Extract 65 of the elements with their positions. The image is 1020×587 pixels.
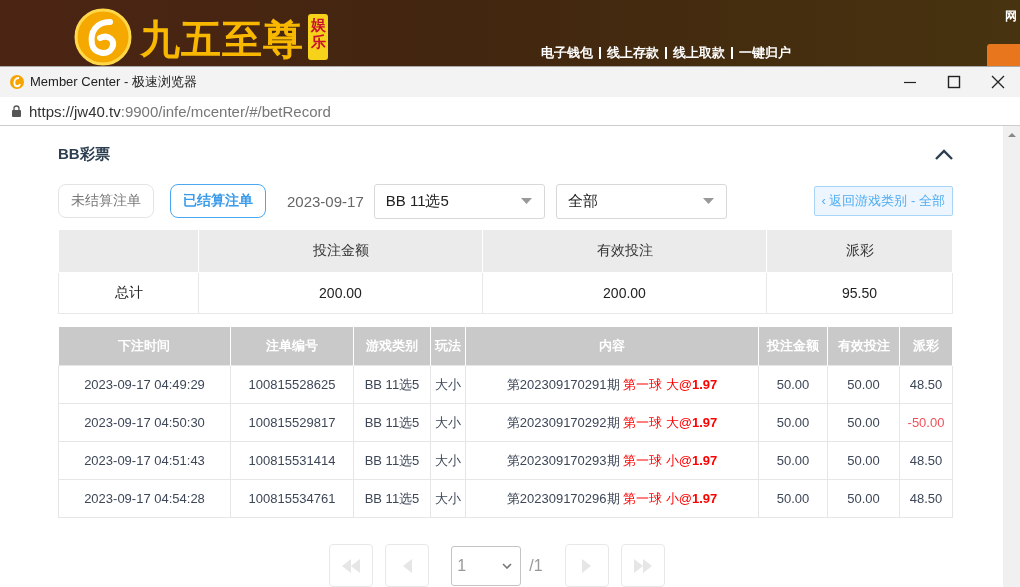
header-text: 网 bbox=[1005, 8, 1017, 25]
nav-link[interactable]: 电子钱包 bbox=[541, 44, 593, 62]
scroll-up-icon[interactable] bbox=[1007, 132, 1016, 138]
table-cell: -50.00 bbox=[899, 403, 953, 442]
logo-badge: 娱乐 bbox=[308, 14, 328, 60]
logo-text: 九五至尊 bbox=[140, 16, 304, 62]
dropdown-field[interactable]: 全部 bbox=[555, 183, 727, 219]
table-cell: 第202309170296期 第一球 小@1.97 bbox=[465, 479, 759, 518]
chevron-down-icon bbox=[502, 562, 513, 569]
first-page-icon bbox=[342, 558, 361, 573]
table-cell: 100815529817 bbox=[230, 403, 354, 442]
browser-logo-icon bbox=[10, 75, 24, 89]
table-cell: 50.00 bbox=[758, 365, 828, 404]
table-cell: 50.00 bbox=[827, 441, 900, 480]
table-cell: 95.50 bbox=[766, 272, 953, 314]
table-cell: 50.00 bbox=[827, 365, 900, 404]
table-cell: 总计 bbox=[58, 272, 199, 314]
table-cell: 50.00 bbox=[758, 403, 828, 442]
table-cell: 50.00 bbox=[758, 479, 828, 518]
column-header: 派彩 bbox=[766, 230, 953, 273]
filter-tab[interactable]: 未结算注单 bbox=[58, 184, 154, 218]
column-header: 投注金额 bbox=[198, 230, 483, 273]
next-page-icon bbox=[582, 558, 592, 573]
date-text: 2023-09-17 bbox=[287, 192, 364, 210]
table-cell: 2023-09-17 04:51:43 bbox=[58, 441, 231, 480]
collapse-icon[interactable] bbox=[935, 148, 953, 160]
table-cell: 2023-09-17 04:54:28 bbox=[58, 479, 231, 518]
table-cell: BB 11选5 bbox=[353, 403, 431, 442]
table-cell: 100815528625 bbox=[230, 365, 354, 404]
nav-link[interactable]: 线上取款 bbox=[673, 44, 725, 62]
window-title: Member Center - 极速浏览器 bbox=[30, 73, 198, 91]
table-cell: 200.00 bbox=[482, 272, 767, 314]
page-total: /1 bbox=[529, 556, 543, 575]
nav-link[interactable]: 一键归户 bbox=[739, 44, 791, 62]
previous-page-icon bbox=[402, 558, 412, 573]
dropdown-caret-icon bbox=[520, 198, 532, 204]
section-title: BB彩票 bbox=[58, 144, 110, 164]
last-page-icon bbox=[633, 558, 652, 573]
lock-icon bbox=[12, 105, 21, 117]
column-header: 有效投注 bbox=[482, 230, 767, 273]
table-cell: 200.00 bbox=[198, 272, 483, 314]
table-cell: BB 11选5 bbox=[353, 441, 431, 480]
table-cell: BB 11选5 bbox=[353, 479, 431, 518]
url-text[interactable]: https://jw40.tv:9900/infe/mcenter/#/betRecord bbox=[29, 102, 331, 120]
table-cell: 50.00 bbox=[827, 479, 900, 518]
table-cell: 大小 bbox=[430, 403, 466, 442]
table-cell: 大小 bbox=[430, 441, 466, 480]
table-cell: 第202309170293期 第一球 小@1.97 bbox=[465, 441, 759, 480]
table-cell: 48.50 bbox=[899, 365, 953, 404]
table-cell: 2023-09-17 04:50:30 bbox=[58, 403, 231, 442]
table-cell: 第202309170291期 第一球 大@1.97 bbox=[465, 365, 759, 404]
table-cell: BB 11选5 bbox=[353, 365, 431, 404]
table-cell: 50.00 bbox=[827, 403, 900, 442]
table-cell: 100815534761 bbox=[230, 479, 354, 518]
table-cell: 第202309170292期 第一球 大@1.97 bbox=[465, 403, 759, 442]
table-cell: 2023-09-17 04:49:29 bbox=[58, 365, 231, 404]
dropdown-field[interactable]: BB 11选5 bbox=[373, 183, 545, 219]
nav-link[interactable]: 线上存款 bbox=[607, 44, 659, 62]
table-cell: 大小 bbox=[430, 479, 466, 518]
table-cell: 大小 bbox=[430, 365, 466, 404]
dropdown-caret-icon bbox=[702, 198, 714, 204]
table-cell: 100815531414 bbox=[230, 441, 354, 480]
table-cell: 48.50 bbox=[899, 479, 953, 518]
table-cell: 48.50 bbox=[899, 441, 953, 480]
table-cell: 50.00 bbox=[758, 441, 828, 480]
